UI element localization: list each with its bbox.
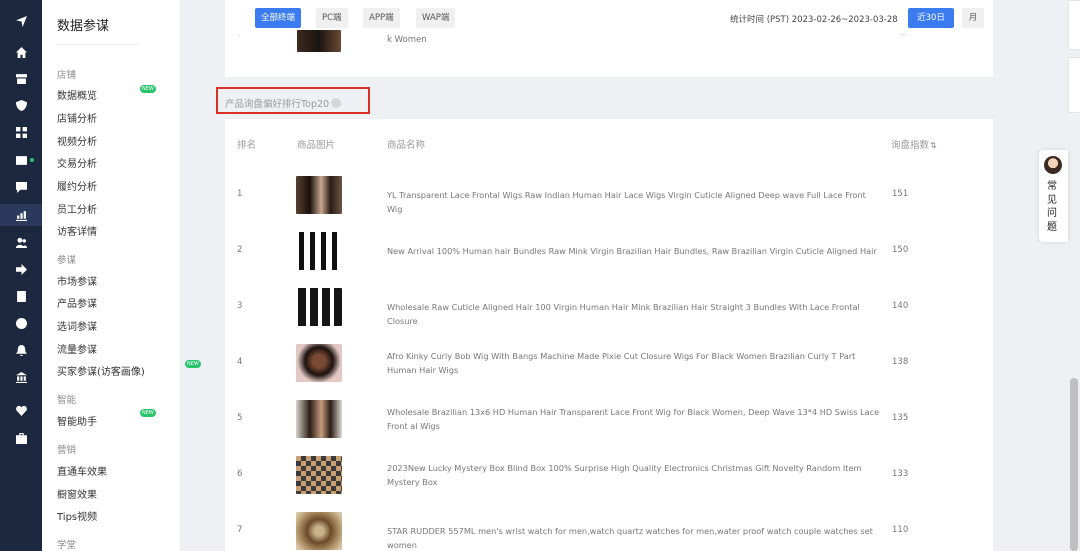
menu-item-smart-assistant[interactable]: 智能助手 — [57, 413, 97, 428]
status-dot — [30, 158, 34, 162]
product-name[interactable]: Afro Kinky Curly Bob Wig With Bangs Mach… — [387, 349, 881, 377]
menu-item-market-advisor[interactable]: 市场参谋 — [57, 273, 97, 288]
faq-label: 常见问题 — [1047, 181, 1057, 233]
users-icon[interactable] — [0, 231, 42, 253]
row-rank: 6 — [237, 469, 243, 479]
menu-item-trade-analysis[interactable]: 交易分析 — [57, 155, 97, 170]
right-edge-panel — [1068, 0, 1080, 50]
bank-icon[interactable] — [0, 366, 42, 388]
prev-row-name: k Women — [387, 35, 427, 45]
menu-item-staff-analysis[interactable]: 员工分析 — [57, 201, 97, 216]
row-rank: 7 — [237, 525, 243, 535]
inquiry-score: 135 — [892, 413, 909, 423]
menu-item-product-advisor[interactable]: 产品参谋 — [57, 295, 97, 310]
share-icon[interactable] — [0, 258, 42, 280]
inquiry-score: 110 — [892, 525, 909, 535]
terminal-all-button[interactable]: 全部终端 — [255, 8, 302, 28]
inquiry-score: 150 — [892, 245, 909, 255]
menu-group-academy: 学堂 — [57, 540, 77, 551]
send-icon[interactable] — [0, 10, 42, 32]
header-rank: 排名 — [237, 140, 257, 151]
inquiry-score: 151 — [892, 189, 909, 199]
menu-group-marketing: 营销 — [57, 445, 77, 456]
highlight-box — [216, 87, 370, 114]
product-image[interactable] — [296, 400, 342, 438]
row-rank: 4 — [237, 357, 243, 367]
product-name[interactable]: New Arrival 100% Human hair Bundles Raw … — [387, 244, 881, 258]
filter-card: 全部终端 PC端 APP端 WAP端 统计时间 (PST) 2023-02-26… — [225, 0, 993, 77]
bell-icon[interactable] — [0, 339, 42, 361]
header-score-label: 询盘指数 — [891, 140, 930, 151]
new-badge: NEW — [140, 409, 156, 417]
ranking-table: 排名 商品图片 商品名称 询盘指数⇅ 1 YL Transparent Lace… — [225, 119, 993, 551]
menu-group-advisor: 参谋 — [57, 255, 77, 266]
menu-item-p4p-effect[interactable]: 直通车效果 — [57, 463, 107, 478]
menu-item-data-overview[interactable]: 数据概览 — [57, 87, 97, 102]
product-name[interactable]: YL Transparent Lace Frontal Wigs Raw Ind… — [387, 188, 881, 216]
menu-item-store-analysis[interactable]: 店铺分析 — [57, 110, 97, 125]
stat-time: 统计时间 (PST) 2023-02-26~2023-03-28 — [730, 15, 898, 25]
product-image[interactable] — [296, 344, 342, 382]
product-image[interactable] — [296, 232, 342, 270]
inquiry-score: 140 — [892, 301, 909, 311]
globe-icon[interactable] — [0, 312, 42, 334]
inquiry-score: 133 — [892, 469, 909, 479]
briefcase-icon[interactable] — [0, 427, 42, 449]
menu-item-showcase-effect[interactable]: 橱窗效果 — [57, 486, 97, 501]
chat-icon[interactable] — [0, 176, 42, 198]
header-image: 商品图片 — [297, 140, 336, 151]
row-rank: 5 — [237, 413, 243, 423]
menu-item-fulfillment-analysis[interactable]: 履约分析 — [57, 178, 97, 193]
menu-divider — [57, 44, 139, 45]
row-rank: 1 — [237, 189, 243, 199]
store-icon[interactable] — [0, 67, 42, 89]
menu-title: 数据参谋 — [57, 19, 110, 34]
menu-item-video-analysis[interactable]: 视频分析 — [57, 133, 97, 148]
product-image[interactable] — [296, 176, 342, 214]
menu-item-traffic-advisor[interactable]: 流量参谋 — [57, 341, 97, 356]
icon-rail — [0, 0, 42, 551]
prev-row-image — [297, 30, 341, 52]
secondary-menu: 数据参谋 店铺 数据概览 NEW 店铺分析 视频分析 交易分析 履约分析 员工分… — [42, 0, 201, 551]
terminal-pc-button[interactable]: PC端 — [316, 8, 348, 28]
terminal-app-button[interactable]: APP端 — [363, 8, 400, 28]
new-badge: NEW — [185, 360, 201, 368]
chart-icon[interactable] — [0, 204, 42, 226]
menu-item-tips-video[interactable]: Tips视频 — [57, 508, 97, 523]
menu-item-buyer-advisor[interactable]: 买家参谋(访客画像) — [57, 363, 145, 378]
terminal-wap-button[interactable]: WAP端 — [416, 8, 456, 28]
menu-item-keyword-advisor[interactable]: 选词参谋 — [57, 318, 97, 333]
video-icon[interactable] — [0, 149, 42, 171]
product-image[interactable] — [296, 456, 342, 494]
period-month-button[interactable]: 月 — [962, 8, 984, 28]
inquiry-score: 138 — [892, 357, 909, 367]
new-badge: NEW — [140, 85, 156, 93]
period-30-days-button[interactable]: 近30日 — [908, 8, 954, 28]
document-icon[interactable] — [0, 285, 42, 307]
product-name[interactable]: 2023New Lucky Mystery Box Blind Box 100%… — [387, 461, 881, 489]
menu-group-store: 店铺 — [57, 70, 77, 81]
row-rank: 2 — [237, 245, 243, 255]
menu-item-visitor-details[interactable]: 访客详情 — [57, 223, 97, 238]
shield-icon[interactable] — [0, 94, 42, 116]
avatar — [1044, 156, 1062, 174]
faq-widget[interactable]: 常见问题 — [1039, 150, 1068, 242]
scrollbar[interactable] — [1070, 378, 1078, 551]
grid-icon[interactable] — [0, 121, 42, 143]
home-icon[interactable] — [0, 41, 42, 63]
right-edge-panel — [1068, 57, 1080, 113]
prev-row-rank: - — [238, 32, 241, 40]
row-rank: 3 — [237, 301, 243, 311]
sort-icon[interactable]: ⇅ — [930, 141, 937, 150]
prev-row-score: -- — [900, 30, 906, 39]
header-name: 商品名称 — [387, 140, 426, 151]
product-name[interactable]: Wholesale Brazilian 13x6 HD Human Hair T… — [387, 405, 881, 433]
product-name[interactable]: STAR RUDDER 557ML men's wrist watch for … — [387, 524, 881, 551]
menu-group-smart: 智能 — [57, 395, 77, 406]
product-image[interactable] — [296, 288, 342, 326]
product-name[interactable]: Wholesale Raw Cuticle Aligned Hair 100 V… — [387, 300, 881, 328]
header-score[interactable]: 询盘指数⇅ — [891, 137, 937, 151]
product-image[interactable] — [296, 512, 342, 550]
heart-icon[interactable] — [0, 399, 42, 421]
